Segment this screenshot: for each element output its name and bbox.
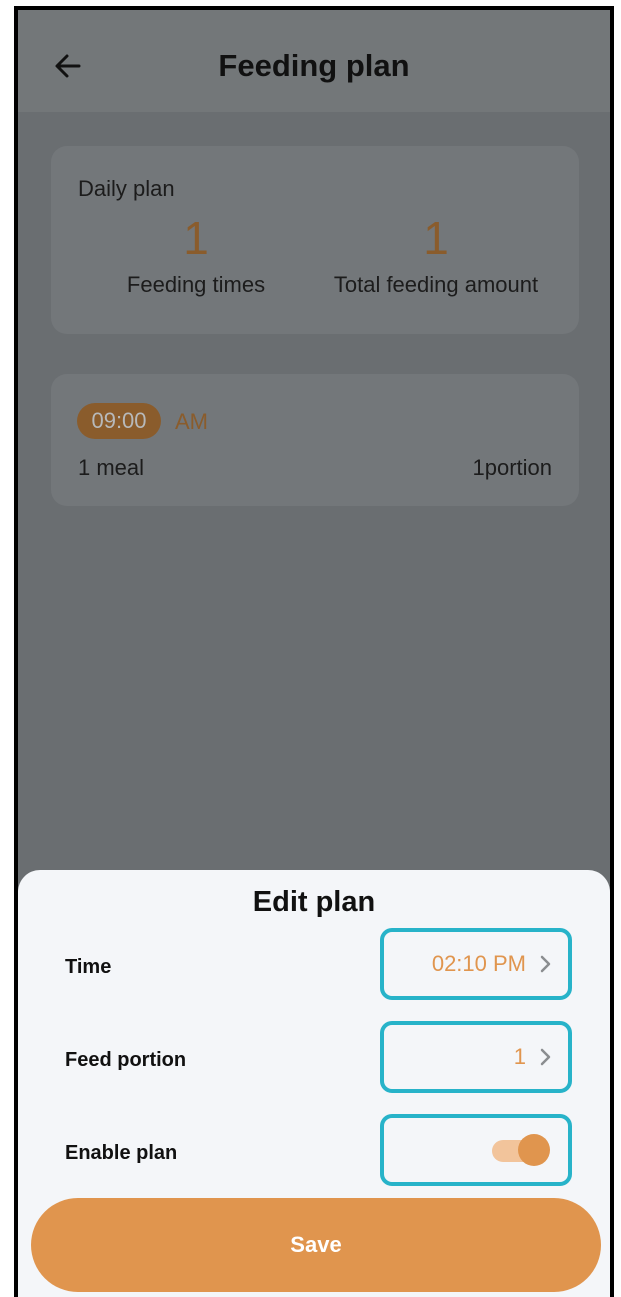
chevron-right-icon <box>540 955 552 973</box>
total-amount-value: 1 <box>423 212 449 264</box>
page-title: Feeding plan <box>218 48 410 83</box>
toggle-knob <box>518 1134 550 1166</box>
app-header: Feeding plan <box>18 10 610 112</box>
feed-portion-selector[interactable]: 1 <box>380 1021 572 1093</box>
total-amount-label: Total feeding amount <box>333 272 539 297</box>
daily-plan-label: Daily plan <box>78 176 175 201</box>
meal-ampm: AM <box>175 409 208 434</box>
daily-plan-card: Daily plan 1 Feeding times 1 Total feedi… <box>51 146 579 334</box>
time-value: 02:10 PM <box>431 951 526 976</box>
time-selector[interactable]: 02:10 PM <box>380 928 572 1000</box>
meal-portion: 1portion <box>472 455 552 480</box>
feed-portion-label: Feed portion <box>65 1049 187 1071</box>
feeding-times-stat: 1 Feeding times <box>121 210 271 298</box>
meal-card[interactable]: 09:00 AM 1 meal 1portion <box>51 374 579 506</box>
chevron-right-icon <box>540 1048 552 1066</box>
feeding-times-value: 1 <box>183 212 209 264</box>
feed-portion-value: 1 <box>513 1044 526 1069</box>
sheet-title: Edit plan <box>252 886 376 918</box>
feeding-times-label: Feeding times <box>126 272 266 297</box>
save-button[interactable]: Save <box>31 1198 601 1292</box>
enable-plan-toggle[interactable] <box>492 1134 550 1166</box>
enable-plan-container <box>380 1114 572 1186</box>
edit-plan-sheet: Edit plan Time 02:10 PM Feed portion 1 E… <box>18 870 610 1297</box>
time-label: Time <box>65 956 112 978</box>
phone-frame: Feeding plan Daily plan 1 Feeding times … <box>14 6 614 1297</box>
meal-time-badge: 09:00 <box>77 403 161 439</box>
meal-count: 1 meal <box>78 455 145 480</box>
total-amount-stat: 1 Total feeding amount <box>321 210 551 298</box>
enable-plan-label: Enable plan <box>65 1142 178 1164</box>
